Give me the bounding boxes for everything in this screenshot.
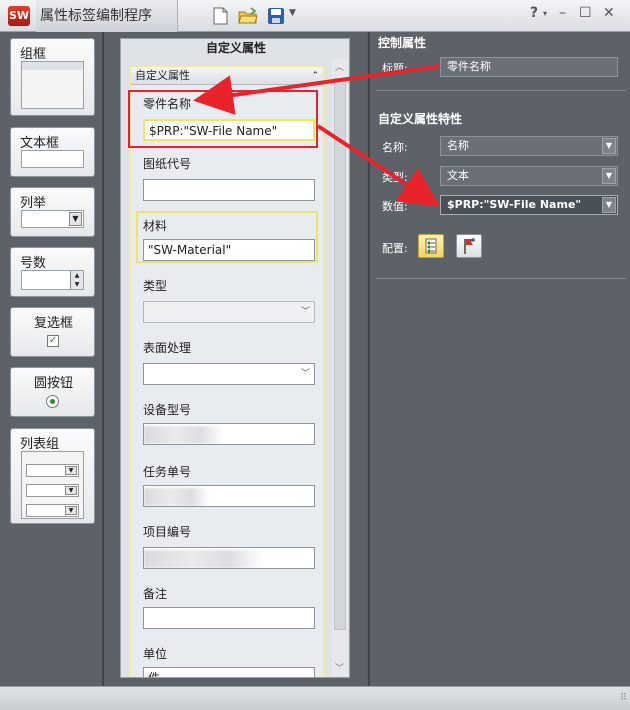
- divider: [376, 278, 626, 279]
- control-toolbox: 组框 文本框 列举 ▼ 号数 ▲ ▼ 复选框 ✓ 圆按钮 列表组 ▼ ▼ ▼: [0, 32, 104, 686]
- tool-label: 圆按钮: [34, 376, 74, 391]
- config-specific-button[interactable]: [456, 234, 482, 258]
- tool-label: 复选框: [34, 316, 74, 331]
- field-label: 表面处理: [143, 341, 192, 355]
- maximize-button[interactable]: ☐: [579, 5, 592, 21]
- chevron-down-icon: ▼: [602, 138, 616, 154]
- custom-properties-header: 自定义属性特性: [378, 112, 463, 126]
- surface-treatment-select[interactable]: ﹀: [143, 363, 315, 385]
- project-number-input[interactable]: [143, 547, 315, 569]
- open-folder-icon[interactable]: [238, 6, 258, 26]
- title-bar: SW 属性标签编制程序 ▼ ? ▾ – ☐ ✕: [0, 0, 630, 32]
- value-select-value: $PRP:"SW-File Name": [447, 198, 582, 211]
- new-document-icon[interactable]: [210, 6, 230, 26]
- number-tool[interactable]: 号数 ▲ ▼: [10, 247, 95, 297]
- group-header: 自定义属性 ⌃: [131, 67, 323, 85]
- custom-property-group[interactable]: 自定义属性 ⌃ 零件名称 $PRP:"SW-File Name" 图纸代号 材料…: [129, 65, 325, 677]
- tool-label: 组框: [20, 47, 47, 62]
- value-label: 数值:: [382, 200, 408, 213]
- textbox-preview-icon: [21, 150, 84, 168]
- save-icon[interactable]: [266, 6, 286, 26]
- radio-preview-icon: [46, 395, 59, 408]
- drawing-number-input[interactable]: [143, 179, 315, 201]
- save-dropdown-icon[interactable]: ▼: [289, 8, 296, 18]
- redacted-value: [144, 488, 210, 506]
- chevron-down-icon: ▼: [602, 197, 616, 213]
- textbox-tool[interactable]: 文本框: [10, 127, 95, 177]
- listgroup-preview-icon: ▼ ▼ ▼: [21, 451, 84, 519]
- divider: [376, 90, 626, 91]
- caption-label: 标题:: [382, 62, 408, 75]
- checkbox-tool[interactable]: 复选框 ✓: [10, 307, 95, 357]
- field-label: 备注: [143, 587, 168, 601]
- tool-label: 列表组: [20, 437, 60, 452]
- scroll-down-icon[interactable]: ﹀: [335, 661, 344, 674]
- help-dropdown-icon[interactable]: ▾: [543, 9, 547, 18]
- type-label: 类型:: [382, 171, 408, 184]
- value-select[interactable]: $PRP:"SW-File Name" ▼: [440, 195, 618, 215]
- task-number-input[interactable]: [143, 485, 315, 507]
- name-label: 名称:: [382, 141, 408, 154]
- chevron-down-icon: ﹀: [300, 369, 310, 379]
- field-label: 项目编号: [143, 525, 192, 539]
- minimize-button[interactable]: –: [559, 5, 566, 21]
- config-flag-icon: [464, 238, 475, 254]
- app-logo-icon[interactable]: SW: [8, 6, 30, 26]
- collapse-icon[interactable]: ⌃: [311, 67, 319, 85]
- name-select-value: 名称: [447, 139, 469, 152]
- properties-panel: 控制属性 标题: 零件名称 自定义属性特性 名称: 名称 ▼ 类型: 文本 ▼ …: [368, 32, 630, 686]
- field-label: 材料: [143, 219, 168, 233]
- type-select[interactable]: 文本 ▼: [440, 166, 618, 186]
- tool-label: 列举: [20, 196, 47, 211]
- field-label: 图纸代号: [143, 157, 192, 171]
- chevron-down-icon: ▼: [602, 168, 616, 184]
- groupbox-preview-icon: [21, 61, 84, 109]
- field-label: 任务单号: [143, 465, 192, 479]
- dropdown-preview-icon: ▼: [21, 210, 84, 228]
- help-icon[interactable]: ?: [530, 5, 538, 21]
- listgroup-tool[interactable]: 列表组 ▼ ▼ ▼: [10, 428, 95, 524]
- equipment-model-input[interactable]: [143, 423, 315, 445]
- name-select[interactable]: 名称 ▼: [440, 136, 618, 156]
- list-tool[interactable]: 列举 ▼: [10, 187, 95, 237]
- type-select[interactable]: ﹀: [143, 301, 315, 323]
- highlight-box: [128, 90, 318, 148]
- remark-input[interactable]: [143, 607, 315, 629]
- checkbox-preview-icon: ✓: [47, 335, 59, 347]
- caption-input[interactable]: 零件名称: [440, 57, 618, 77]
- config-list-icon: [425, 238, 437, 254]
- status-bar: ⠿: [0, 686, 630, 710]
- radio-button-tool[interactable]: 圆按钮: [10, 367, 95, 417]
- type-select-value: 文本: [447, 169, 469, 182]
- redacted-value: [144, 426, 224, 444]
- config-label: 配置:: [382, 242, 408, 255]
- control-properties-header: 控制属性: [378, 36, 427, 50]
- tool-label: 文本框: [20, 136, 60, 151]
- form-scrollbar[interactable]: ︿ ﹀: [332, 58, 348, 676]
- group-title: 自定义属性: [135, 69, 190, 82]
- spinner-preview-icon: ▲ ▼: [21, 270, 84, 290]
- redacted-value: [144, 550, 264, 568]
- unit-input[interactable]: 件: [143, 667, 315, 677]
- close-button[interactable]: ✕: [603, 5, 615, 21]
- config-all-button[interactable]: [418, 234, 444, 258]
- chevron-down-icon: ﹀: [300, 307, 310, 317]
- field-label: 类型: [143, 279, 168, 293]
- window-title: 属性标签编制程序: [36, 0, 178, 32]
- scroll-thumb[interactable]: [334, 78, 346, 630]
- tool-label: 号数: [20, 256, 47, 271]
- field-label: 单位: [143, 647, 168, 661]
- form-title: 自定义属性: [205, 41, 266, 55]
- scroll-up-icon[interactable]: ︿: [335, 60, 344, 73]
- field-label: 设备型号: [143, 403, 192, 417]
- resize-grip-icon[interactable]: ⠿: [620, 693, 627, 703]
- groupbox-tool[interactable]: 组框: [10, 38, 95, 116]
- material-input[interactable]: "SW-Material": [143, 239, 315, 261]
